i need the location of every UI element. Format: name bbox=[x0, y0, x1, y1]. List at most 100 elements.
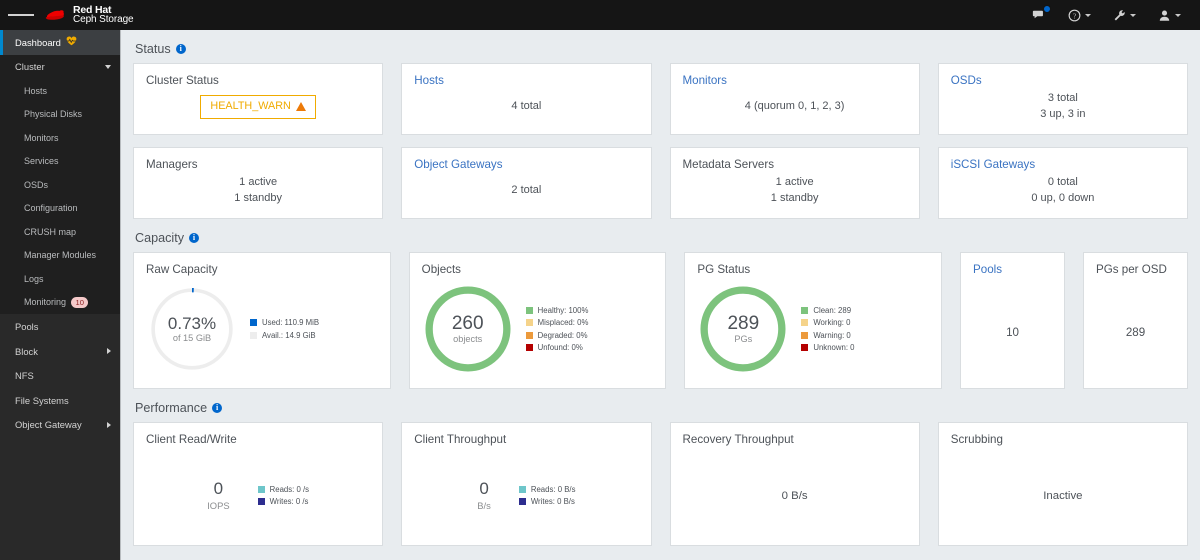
sidebar-item-configuration[interactable]: Configuration bbox=[0, 197, 120, 221]
card-title-link[interactable]: Object Gateways bbox=[402, 148, 650, 171]
card-title-link[interactable]: OSDs bbox=[939, 64, 1187, 87]
metric-value: 0 bbox=[213, 479, 224, 499]
svg-text:?: ? bbox=[1073, 13, 1076, 20]
sidebar-item-object-gateway[interactable]: Object Gateway bbox=[0, 413, 120, 438]
donut-center-label: 0.73% of 15 GiB bbox=[144, 281, 240, 377]
card-title-link[interactable]: iSCSI Gateways bbox=[939, 148, 1187, 171]
card-title: Raw Capacity bbox=[146, 263, 218, 276]
donut-value: 0.73% bbox=[167, 313, 217, 333]
card-iscsi-gateways: iSCSI Gateways 0 total 0 up, 0 down bbox=[937, 147, 1188, 219]
sidebar-item-crush-map[interactable]: CRUSH map bbox=[0, 220, 120, 244]
sidebar-item-label: Services bbox=[24, 156, 59, 167]
sidebar-item-pools[interactable]: Pools bbox=[0, 314, 120, 339]
pg-status-legend: Clean: 289 Working: 0 Warning: 0 Unknown… bbox=[801, 306, 855, 352]
legend-swatch bbox=[801, 319, 809, 327]
chevron-right-icon bbox=[107, 348, 111, 355]
legend-item: Working: 0 bbox=[801, 318, 854, 327]
card-body: 1 active 1 standby bbox=[134, 171, 382, 211]
legend-item: Used: 110.9 MiB bbox=[250, 318, 319, 327]
legend-item: Reads: 0 B/s bbox=[518, 485, 575, 494]
card-value-line1: 0 total bbox=[1047, 176, 1078, 189]
performance-row: Client Read/Write 0 IOPS Reads: 0 /s Wri… bbox=[133, 422, 1188, 546]
sidebar-cluster-submenu: Hosts Physical Disks Monitors Services O… bbox=[0, 79, 120, 315]
health-status-text: HEALTH_WARN bbox=[210, 100, 291, 113]
card-value-line1: 3 total bbox=[1047, 92, 1078, 105]
legend-swatch bbox=[250, 319, 257, 327]
card-title-link[interactable]: Pools bbox=[961, 253, 1064, 276]
brand-subtitle: Ceph Storage bbox=[73, 14, 134, 26]
sidebar-item-label: OSDs bbox=[24, 179, 49, 190]
legend-item: Clean: 289 bbox=[801, 306, 854, 315]
card-title: Metadata Servers bbox=[682, 158, 775, 171]
raw-capacity-donut-chart: 0.73% of 15 GiB bbox=[144, 281, 240, 377]
card-body: 260 objects Healthy: 100% Misplaced: 0% bbox=[410, 276, 666, 388]
legend-label: Unfound: 0% bbox=[537, 343, 583, 353]
sidebar-item-physical-disks[interactable]: Physical Disks bbox=[0, 103, 120, 127]
card-value: Inactive bbox=[1043, 489, 1083, 502]
card-body: 289 PGs Clean: 289 Working: 0 Warning: 0… bbox=[685, 276, 941, 388]
tools-button[interactable] bbox=[1102, 0, 1147, 30]
status-badge[interactable]: HEALTH_WARN bbox=[200, 94, 316, 120]
legend-label: Warning: 0 bbox=[813, 330, 851, 340]
legend-swatch bbox=[525, 306, 533, 314]
legend-item: Reads: 0 /s bbox=[257, 485, 309, 494]
card-client-read-write: Client Read/Write 0 IOPS Reads: 0 /s Wri… bbox=[133, 422, 384, 546]
legend-item: Avail.: 14.9 GiB bbox=[250, 331, 319, 340]
sidebar-item-dashboard[interactable]: Dashboard bbox=[0, 30, 120, 55]
sidebar-item-label: Cluster bbox=[15, 61, 45, 73]
legend-label: Healthy: 100% bbox=[537, 305, 589, 315]
card-client-throughput: Client Throughput 0 B/s Reads: 0 B/s Wri… bbox=[401, 422, 652, 546]
sidebar-item-logs[interactable]: Logs bbox=[0, 267, 120, 291]
sidebar-item-file-systems[interactable]: File Systems bbox=[0, 388, 120, 413]
sidebar-item-monitors[interactable]: Monitors bbox=[0, 126, 120, 150]
sidebar-item-osds[interactable]: OSDs bbox=[0, 173, 120, 197]
info-icon[interactable]: i bbox=[212, 403, 223, 413]
sidebar-item-monitoring[interactable]: Monitoring 10 bbox=[0, 291, 120, 315]
card-body: HEALTH_WARN bbox=[134, 87, 382, 127]
sidebar: Dashboard Cluster Hosts Physical Disks M… bbox=[0, 30, 121, 560]
chevron-down-icon bbox=[1175, 13, 1181, 17]
card-pools: Pools 10 bbox=[960, 252, 1066, 389]
sidebar-item-label: Block bbox=[15, 345, 38, 357]
warning-triangle-icon bbox=[295, 102, 306, 112]
sidebar-item-nfs[interactable]: NFS bbox=[0, 363, 120, 388]
sidebar-item-services[interactable]: Services bbox=[0, 150, 120, 174]
navbar-actions: ? bbox=[1021, 0, 1200, 30]
hamburger-icon bbox=[8, 14, 17, 16]
card-body: 2 total bbox=[402, 171, 650, 211]
metric-unit: B/s bbox=[477, 499, 491, 511]
legend-item: Writes: 0 /s bbox=[257, 497, 309, 507]
capacity-row: Raw Capacity 0.73% of 15 GiB Used: 110.9… bbox=[133, 252, 1189, 389]
sidebar-item-hosts[interactable]: Hosts bbox=[0, 79, 120, 103]
client-throughput-legend: Reads: 0 B/s Writes: 0 B/s bbox=[518, 485, 575, 507]
card-title: Recovery Throughput bbox=[682, 433, 794, 446]
info-icon[interactable]: i bbox=[189, 233, 199, 243]
card-value: 4 total bbox=[511, 100, 542, 113]
sidebar-item-cluster[interactable]: Cluster bbox=[0, 54, 120, 80]
card-title-link[interactable]: Monitors bbox=[671, 64, 919, 87]
card-value-line2: 3 up, 3 in bbox=[1040, 108, 1086, 120]
brand-logo[interactable]: Red Hat Ceph Storage bbox=[42, 0, 134, 30]
card-object-gateways: Object Gateways 2 total bbox=[401, 147, 652, 219]
card-objects: Objects 260 objects Healthy: 100% Mispla… bbox=[408, 252, 667, 389]
legend-swatch bbox=[801, 331, 809, 339]
legend-label: Writes: 0 /s bbox=[269, 497, 309, 507]
info-icon[interactable]: i bbox=[175, 44, 186, 54]
card-recovery-throughput: Recovery Throughput 0 B/s bbox=[669, 422, 920, 546]
card-value: 289 bbox=[1125, 325, 1146, 339]
card-pgs-per-osd: PGs per OSD 289 bbox=[1083, 252, 1189, 389]
sidebar-item-manager-modules[interactable]: Manager Modules bbox=[0, 244, 120, 268]
menu-toggle-button[interactable] bbox=[8, 0, 35, 30]
user-icon bbox=[1159, 10, 1170, 21]
chevron-right-icon bbox=[107, 421, 111, 428]
sidebar-item-block[interactable]: Block bbox=[0, 339, 120, 364]
donut-center-label: 289 PGs bbox=[695, 281, 791, 377]
card-title-link[interactable]: Hosts bbox=[402, 64, 650, 87]
help-button[interactable]: ? bbox=[1057, 0, 1102, 30]
sidebar-item-label: NFS bbox=[15, 370, 34, 382]
card-body: 0 total 0 up, 0 down bbox=[939, 171, 1187, 211]
user-menu-button[interactable] bbox=[1147, 0, 1192, 30]
notifications-button[interactable] bbox=[1021, 0, 1057, 30]
status-row-2: Managers 1 active 1 standby Object Gatew… bbox=[133, 147, 1188, 219]
legend-label: Writes: 0 B/s bbox=[530, 497, 575, 507]
